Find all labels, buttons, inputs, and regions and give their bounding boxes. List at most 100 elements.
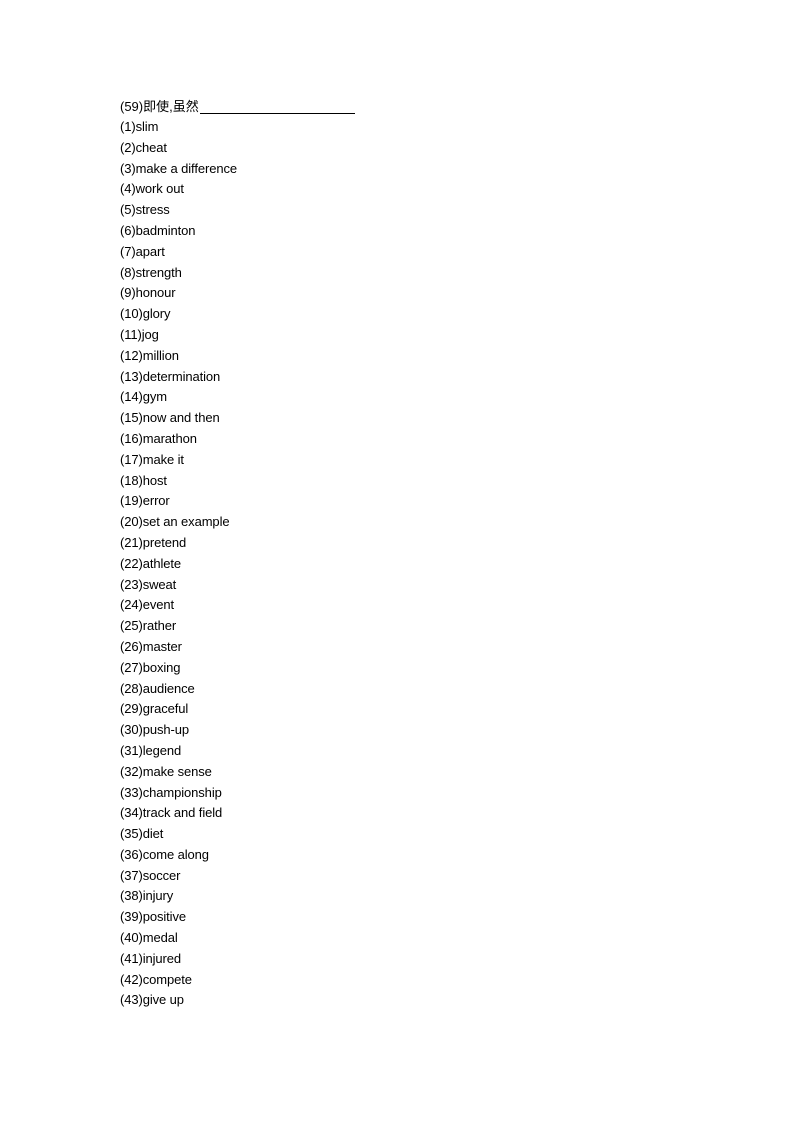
page-content: (59) 即使,虽然 (1)slim (2)cheat (3)make a diffe… <box>120 97 355 1011</box>
answer-number: (3) <box>120 160 136 176</box>
answer-number: (5) <box>120 202 136 218</box>
answer-item: (39)positive <box>120 907 355 928</box>
answer-text: now and then <box>142 410 220 426</box>
answer-list: (1)slim (2)cheat (3)make a difference (4)wo… <box>120 117 355 1011</box>
answer-item: (10)glory <box>120 304 355 325</box>
answer-number: (16) <box>120 430 143 446</box>
answer-number: (32) <box>120 763 143 779</box>
question-prompt: 即使,虽然 <box>143 99 199 114</box>
answer-number: (36) <box>120 846 143 862</box>
answer-item: (30)push-up <box>120 720 355 741</box>
answer-text: master <box>142 638 182 654</box>
answer-number: (21) <box>120 534 143 550</box>
answer-number: (34) <box>120 805 143 821</box>
answer-item: (1)slim <box>120 117 355 138</box>
answer-item: (40)medal <box>120 928 355 949</box>
answer-number: (37) <box>120 867 143 883</box>
answer-item: (22)athlete <box>120 554 355 575</box>
answer-number: (28) <box>120 680 143 696</box>
answer-item: (32)make sense <box>120 762 355 783</box>
answer-number: (18) <box>120 472 143 488</box>
answer-item: (35)diet <box>120 824 355 845</box>
answer-text: apart <box>135 243 165 259</box>
answer-text: host <box>142 472 167 488</box>
answer-item: (17)make it <box>120 450 355 471</box>
answer-item: (15)now and then <box>120 408 355 429</box>
answer-text: work out <box>135 181 184 197</box>
document-page: (59) 即使,虽然 (1)slim (2)cheat (3)make a diffe… <box>0 0 794 1123</box>
answer-item: (27)boxing <box>120 658 355 679</box>
answer-item: (19)error <box>120 491 355 512</box>
answer-text: medal <box>142 930 178 946</box>
answer-item: (16)marathon <box>120 429 355 450</box>
answer-item: (20)set an example <box>120 512 355 533</box>
answer-number: (23) <box>120 576 143 592</box>
answer-text: injury <box>142 888 174 904</box>
answer-number: (8) <box>120 264 136 280</box>
answer-number: (30) <box>120 722 143 738</box>
answer-text: honour <box>135 285 176 301</box>
answer-text: marathon <box>142 430 197 446</box>
answer-item: (12)million <box>120 346 355 367</box>
answer-text: stress <box>135 202 170 218</box>
answer-text: push-up <box>142 722 189 738</box>
answer-number: (29) <box>120 701 143 717</box>
answer-number: (6) <box>120 222 136 238</box>
answer-number: (20) <box>120 514 143 530</box>
answer-number: (42) <box>120 971 143 987</box>
answer-number: (11) <box>120 326 142 342</box>
answer-item: (29)graceful <box>120 699 355 720</box>
answer-number: (39) <box>120 909 143 925</box>
answer-text: gym <box>142 389 167 405</box>
answer-blank <box>199 99 355 114</box>
answer-number: (26) <box>120 638 143 654</box>
answer-number: (43) <box>120 992 143 1008</box>
answer-text: strength <box>135 264 182 280</box>
answer-item: (34)track and field <box>120 803 355 824</box>
answer-text: make a difference <box>135 160 238 176</box>
answer-text: badminton <box>135 222 196 238</box>
answer-item: (11)jog <box>120 325 355 346</box>
answer-text: boxing <box>142 659 181 675</box>
answer-number: (4) <box>120 181 136 197</box>
answer-text: graceful <box>142 701 189 717</box>
answer-number: (38) <box>120 888 143 904</box>
answer-number: (12) <box>120 347 143 363</box>
answer-text: cheat <box>135 139 167 155</box>
answer-number: (10) <box>120 306 143 322</box>
answer-item: (14)gym <box>120 387 355 408</box>
answer-number: (15) <box>120 410 143 426</box>
answer-item: (43)give up <box>120 990 355 1011</box>
answer-number: (35) <box>120 826 143 842</box>
answer-text: soccer <box>142 867 181 883</box>
answer-item: (8)strength <box>120 263 355 284</box>
answer-text: rather <box>142 618 177 634</box>
answer-item: (7)apart <box>120 242 355 263</box>
answer-number: (13) <box>120 368 143 384</box>
answer-item: (31)legend <box>120 741 355 762</box>
answer-text: glory <box>142 306 171 322</box>
question-59: (59) 即使,虽然 <box>120 97 355 117</box>
answer-text: sweat <box>142 576 177 592</box>
answer-number: (14) <box>120 389 143 405</box>
answer-number: (1) <box>120 119 136 134</box>
answer-text: pretend <box>142 534 187 550</box>
answer-number: (19) <box>120 493 143 509</box>
answer-item: (26)master <box>120 637 355 658</box>
answer-text: make it <box>142 451 184 467</box>
answer-item: (4)work out <box>120 179 355 200</box>
answer-text: jog <box>141 326 159 342</box>
answer-text: determination <box>142 368 221 384</box>
answer-item: (36)come along <box>120 845 355 866</box>
answer-item: (18)host <box>120 471 355 492</box>
answer-text: track and field <box>142 805 223 821</box>
answer-number: (25) <box>120 618 143 634</box>
answer-item: (9)honour <box>120 283 355 304</box>
answer-item: (38)injury <box>120 886 355 907</box>
answer-number: (31) <box>120 742 143 758</box>
answer-text: slim <box>135 119 159 134</box>
answer-number: (22) <box>120 555 143 571</box>
answer-number: (7) <box>120 243 136 259</box>
answer-number: (41) <box>120 950 143 966</box>
answer-item: (41)injured <box>120 949 355 970</box>
